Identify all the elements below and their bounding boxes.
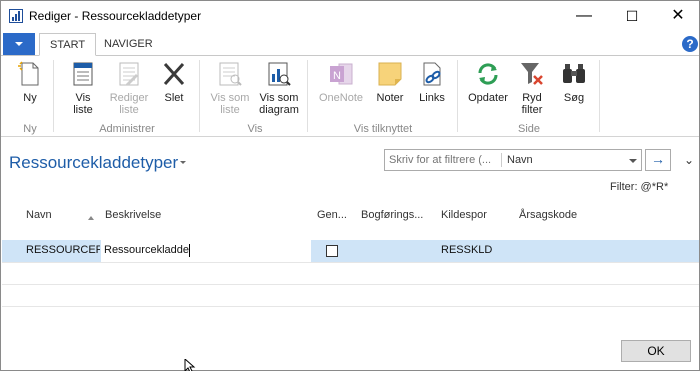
filter-box: Navn [384, 149, 642, 171]
filter-input[interactable] [389, 154, 499, 166]
column-header-arsagskode[interactable]: Årsagskode [519, 209, 577, 221]
edit-list-icon [119, 62, 139, 86]
binoculars-icon [563, 64, 585, 83]
view-as-chart-button[interactable]: Vis som diagram [255, 60, 303, 116]
title-bar: Rediger - Ressourcekladdetyper — ☐ ✕ [1, 1, 699, 31]
view-as-chart-icon [268, 62, 291, 86]
notes-button[interactable]: Noter [371, 60, 409, 104]
view-as-list-icon [219, 62, 242, 86]
cell-beskrivelse-editor[interactable]: Ressourcekladde [100, 240, 311, 262]
row-divider [2, 262, 699, 263]
tab-start[interactable]: START [39, 33, 97, 56]
page-title[interactable]: Ressourcekladdetyper [9, 153, 178, 173]
minimize-button[interactable]: — [561, 1, 607, 31]
mouse-cursor-icon [184, 359, 196, 371]
links-icon [423, 62, 441, 86]
chevron-down-icon[interactable] [180, 161, 186, 164]
group-label-administrer: Administrer [99, 123, 155, 135]
notes-icon [378, 62, 402, 86]
refresh-icon [478, 63, 498, 85]
cell-gen-checkbox[interactable] [326, 245, 338, 257]
chevron-down-icon[interactable] [629, 159, 637, 163]
clear-filter-button[interactable]: Ryd filter [515, 60, 549, 116]
file-menu-button[interactable] [3, 33, 35, 55]
view-list-button[interactable]: Vis liste [63, 60, 103, 116]
row-divider [2, 306, 699, 307]
maximize-button[interactable]: ☐ [609, 1, 655, 31]
column-header-gen[interactable]: Gen... [317, 209, 347, 221]
column-header-bogforing[interactable]: Bogførings... [361, 209, 423, 221]
column-header-beskrivelse[interactable]: Beskrivelse [105, 209, 161, 221]
search-button[interactable]: Søg [557, 60, 591, 104]
tab-naviger[interactable]: NAVIGER [94, 33, 163, 56]
cell-navn[interactable]: RESSOURCER [26, 244, 104, 256]
close-button[interactable]: ✕ [655, 1, 700, 31]
clear-filter-icon [521, 63, 543, 85]
links-button[interactable]: Links [413, 60, 451, 104]
onenote-button[interactable]: N OneNote [315, 60, 367, 104]
collapse-chevron-icon[interactable]: ⌄ [682, 153, 696, 167]
filter-field-select[interactable]: Navn [507, 154, 533, 166]
delete-button[interactable]: Slet [157, 60, 191, 104]
group-label-vis-tilknyttet: Vis tilknyttet [353, 123, 413, 135]
refresh-button[interactable]: Opdater [465, 60, 511, 104]
help-icon[interactable]: ? [682, 36, 698, 52]
new-button[interactable]: Ny [11, 60, 49, 104]
onenote-icon: N [330, 63, 353, 85]
app-icon [9, 9, 23, 23]
group-label-vis: Vis [247, 123, 263, 135]
delete-icon [163, 62, 185, 86]
dialog-window: Rediger - Ressourcekladdetyper — ☐ ✕ STA… [0, 0, 700, 371]
row-divider [2, 284, 699, 285]
view-list-icon [73, 62, 93, 86]
filter-status: Filter: @*R* [610, 181, 669, 193]
text-caret [189, 244, 190, 257]
chevron-down-icon [15, 42, 23, 46]
group-label-side: Side [517, 123, 541, 135]
sort-ascending-icon [88, 216, 94, 220]
ribbon-tab-bar: START NAVIGER ? [1, 33, 699, 56]
new-document-icon [18, 61, 39, 86]
column-header-navn[interactable]: Navn [26, 209, 52, 221]
ribbon: Ny Vis liste Rediger liste Slet Administ… [1, 55, 699, 137]
window-title: Rediger - Ressourcekladdetyper [29, 9, 202, 23]
edit-list-button[interactable]: Rediger liste [107, 60, 151, 116]
column-header-kildespor[interactable]: Kildespor [441, 209, 487, 221]
ok-button[interactable]: OK [621, 340, 691, 362]
view-as-list-button[interactable]: Vis som liste [207, 60, 253, 116]
cell-kildespor[interactable]: RESSKLD [441, 244, 492, 256]
svg-text:N: N [333, 70, 341, 82]
filter-apply-button[interactable]: → [645, 149, 671, 171]
group-label-ny: Ny [23, 123, 37, 135]
